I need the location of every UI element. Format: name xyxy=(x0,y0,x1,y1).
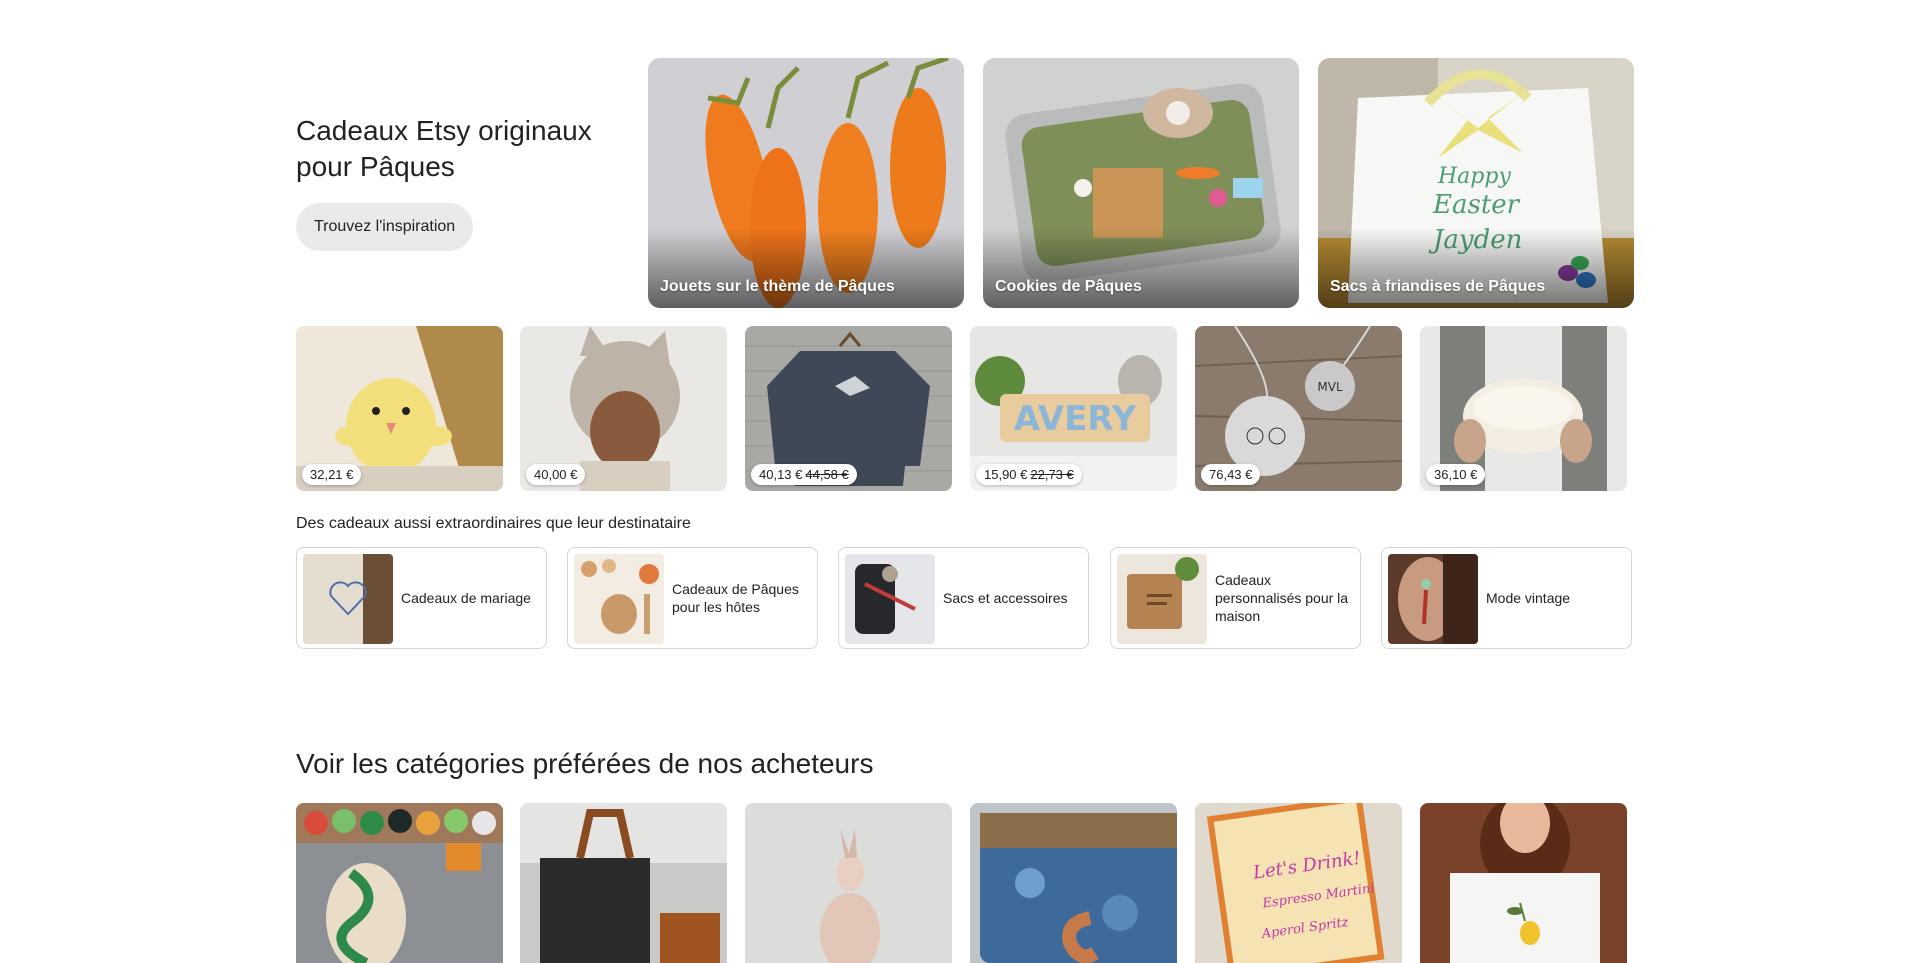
leather-bag-image xyxy=(520,803,727,963)
cutting-board-thumbnail xyxy=(1117,554,1207,644)
svg-text:Happy: Happy xyxy=(1437,164,1511,189)
svg-text:Easter: Easter xyxy=(1432,190,1521,220)
price-tag: 36,10 € xyxy=(1426,464,1486,485)
category-label: Sacs et accessoires xyxy=(943,590,1068,606)
lets-drink-card-image: Let's Drink!Espresso MartiniAperol Sprit… xyxy=(1195,803,1402,963)
price-value: 40,13 € xyxy=(759,467,803,482)
category-easter-hosts[interactable]: Cadeaux de Pâques pour les hôtes xyxy=(567,547,818,649)
hero-card-easter-cookies[interactable]: Cookies de Pâques xyxy=(983,58,1299,308)
category-label: Cadeaux de mariage xyxy=(401,590,531,606)
product-card[interactable]: 40,13 €44,58 € xyxy=(745,326,952,491)
hero-card-label: Cookies de Pâques xyxy=(995,278,1142,295)
soft-doll-image xyxy=(745,803,952,963)
price-tag: 32,21 € xyxy=(302,464,362,485)
hero-card-easter-bags[interactable]: Happy Easter Jayden Sacs à friandises de… xyxy=(1318,58,1634,308)
vintage-earring-thumbnail xyxy=(1388,554,1478,644)
card-shade xyxy=(983,228,1299,308)
gifts-heading: Des cadeaux aussi extraordinaires que le… xyxy=(296,515,691,532)
price-value: 15,90 € xyxy=(984,467,1028,482)
category-personalized-home[interactable]: Cadeaux personnalisés pour la maison xyxy=(1110,547,1361,649)
svg-text:AVERY: AVERY xyxy=(1014,399,1137,439)
hero-card-label: Sacs à friandises de Pâques xyxy=(1330,278,1546,295)
old-price: 44,58 € xyxy=(805,467,849,482)
favorite-category-card[interactable]: Let's Drink! Espresso Martini Aperol Sprit… xyxy=(1195,803,1402,963)
ceramic-mug-image xyxy=(970,803,1177,963)
hero-card-label: Jouets sur le thème de Pâques xyxy=(660,278,895,295)
price-value: 36,10 € xyxy=(1434,467,1478,482)
price-value: 76,43 € xyxy=(1209,467,1253,482)
price-value: 40,00 € xyxy=(534,467,578,482)
price-tag: 40,00 € xyxy=(526,464,586,485)
favorite-category-card[interactable] xyxy=(745,803,952,963)
price-tag: 15,90 €22,73 € xyxy=(976,464,1082,485)
price-tag: 76,43 € xyxy=(1201,464,1261,485)
lemon-tshirt-image xyxy=(1420,803,1627,963)
price-tag: 40,13 €44,58 € xyxy=(751,464,857,485)
find-inspiration-button[interactable]: Trouvez l'inspiration xyxy=(296,203,474,251)
product-card[interactable]: 40,00 € xyxy=(520,326,727,491)
price-value: 32,21 € xyxy=(310,467,354,482)
product-card[interactable]: AVERY 15,90 €22,73 € xyxy=(970,326,1177,491)
easter-table-thumbnail xyxy=(574,554,664,644)
category-label: Cadeaux personnalisés pour la maison xyxy=(1215,572,1349,624)
category-wedding-gifts[interactable]: Cadeaux de mariage xyxy=(296,547,547,649)
category-label: Mode vintage xyxy=(1486,590,1571,606)
category-label: Cadeaux de Pâques pour les hôtes xyxy=(672,581,799,615)
category-bags-accessories[interactable]: Sacs et accessoires xyxy=(838,547,1089,649)
embroidery-threads-image xyxy=(296,803,503,963)
black-bag-thumbnail xyxy=(845,554,935,644)
favorite-category-card[interactable] xyxy=(520,803,727,963)
card-shade xyxy=(648,228,964,308)
hero-title: Cadeaux Etsy originaux pour Pâques xyxy=(296,115,592,182)
old-price: 22,73 € xyxy=(1030,467,1074,482)
hero-card-easter-toys[interactable]: Jouets sur le thème de Pâques xyxy=(648,58,964,308)
product-card[interactable]: 32,21 € xyxy=(296,326,503,491)
embroidered-heart-thumbnail xyxy=(303,554,393,644)
category-vintage-fashion[interactable]: Mode vintage xyxy=(1381,547,1632,649)
svg-text:MVL: MVL xyxy=(1317,380,1343,394)
card-shade xyxy=(1318,228,1634,308)
favorites-title: Voir les catégories préférées de nos ach… xyxy=(296,748,874,779)
favorite-category-card[interactable] xyxy=(1420,803,1627,963)
product-card[interactable]: MVL 76,43 € xyxy=(1195,326,1402,491)
favorite-category-card[interactable] xyxy=(296,803,503,963)
page: Cadeaux Etsy originaux pour Pâques Trouv… xyxy=(0,0,1920,963)
favorite-category-card[interactable] xyxy=(970,803,1177,963)
product-card[interactable]: 36,10 € xyxy=(1420,326,1627,491)
